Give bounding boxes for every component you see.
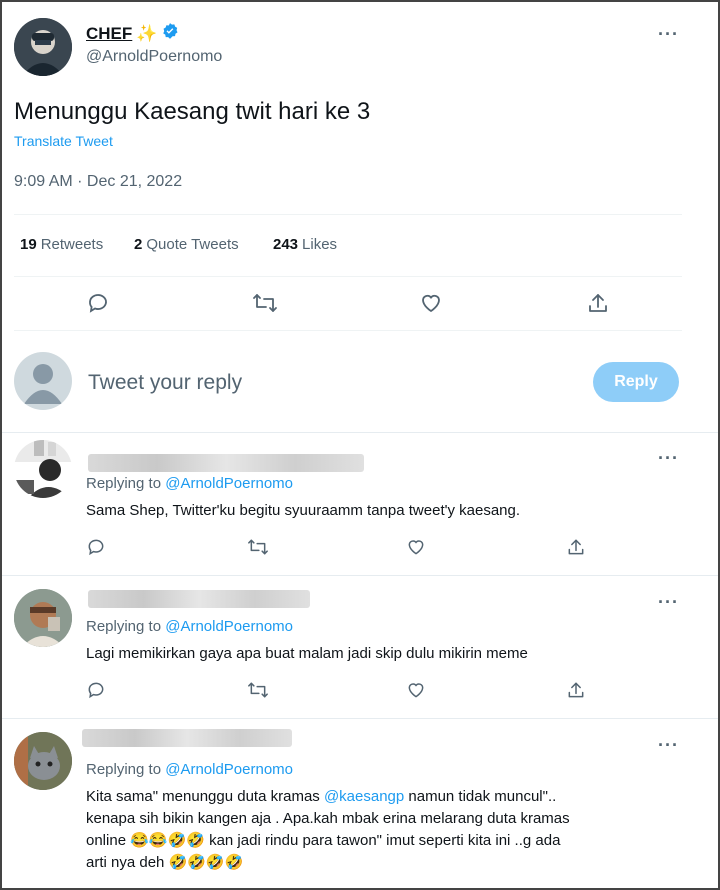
divider: [14, 330, 682, 331]
reply-icon[interactable]: [86, 537, 106, 557]
sparkle-emoji: ✨: [136, 23, 158, 43]
share-icon[interactable]: [566, 537, 586, 557]
reply-button[interactable]: Reply: [593, 362, 679, 402]
retweet-icon[interactable]: [247, 680, 269, 700]
divider: [2, 575, 718, 576]
divider: [2, 432, 718, 433]
reply-icon[interactable]: [86, 680, 106, 700]
reply-line: arti nya deh 🤣🤣🤣🤣: [86, 854, 244, 871]
replying-to: Replying to @ArnoldPoernomo: [86, 761, 294, 778]
reply-line: online 😂😂🤣🤣 kan jadi rindu para tawon" i…: [86, 832, 561, 849]
like-icon[interactable]: [406, 680, 426, 700]
reply-text: Sama Shep, Twitter'ku begitu syuuraamm t…: [86, 502, 521, 519]
redacted-author: [88, 454, 364, 472]
more-options-icon[interactable]: ···: [658, 448, 679, 469]
replying-to: Replying to @ArnoldPoernomo: [86, 618, 294, 635]
translate-tweet-link[interactable]: Translate Tweet: [14, 133, 113, 149]
tweet-thread-window: CHEF ✨ @ArnoldPoernomo ··· Menunggu Kaes…: [0, 0, 720, 890]
retweets-stat[interactable]: 19 Retweets: [20, 236, 103, 253]
author-handle[interactable]: @ArnoldPoernomo: [86, 48, 222, 66]
more-options-icon[interactable]: ···: [658, 592, 679, 613]
redacted-author: [82, 729, 292, 747]
mention-link[interactable]: @kaesangp: [324, 788, 404, 805]
divider: [14, 214, 682, 215]
reply-avatar[interactable]: [14, 589, 72, 647]
reply-avatar[interactable]: [14, 732, 72, 790]
like-icon[interactable]: [406, 537, 426, 557]
likes-stat[interactable]: 243 Likes: [273, 236, 337, 253]
share-icon[interactable]: [586, 291, 610, 315]
author-avatar[interactable]: [14, 18, 72, 76]
reply-line: Kita sama" menunggu duta kramas @kaesang…: [86, 788, 557, 805]
divider: [14, 276, 682, 277]
reply-avatar[interactable]: [14, 440, 72, 498]
reply-icon[interactable]: [86, 291, 110, 315]
reply-input[interactable]: Tweet your reply: [88, 371, 242, 395]
mention-link[interactable]: @ArnoldPoernomo: [165, 618, 293, 635]
more-options-icon[interactable]: ···: [658, 735, 679, 756]
tweet-timestamp[interactable]: 9:09 AM · Dec 21, 2022: [14, 173, 182, 191]
like-icon[interactable]: [419, 291, 443, 315]
mention-link[interactable]: @ArnoldPoernomo: [165, 475, 293, 492]
mention-link[interactable]: @ArnoldPoernomo: [165, 761, 293, 778]
author-name[interactable]: CHEF: [86, 24, 132, 44]
share-icon[interactable]: [566, 680, 586, 700]
more-options-icon[interactable]: ···: [658, 24, 679, 45]
user-avatar: [14, 352, 72, 410]
reply-text: Kita sama" menunggu duta kramas @kaesang…: [86, 786, 686, 874]
verified-badge-icon: [161, 22, 179, 45]
reply-text: Lagi memikirkan gaya apa buat malam jadi…: [86, 645, 528, 662]
replying-to: Replying to @ArnoldPoernomo: [86, 475, 294, 492]
retweet-icon[interactable]: [247, 537, 269, 557]
redacted-author: [88, 590, 310, 608]
tweet-text: Menunggu Kaesang twit hari ke 3: [14, 98, 371, 125]
quote-tweets-stat[interactable]: 2 Quote Tweets: [134, 236, 239, 253]
reply-line: kenapa sih bikin kangen aja . Apa.kah mb…: [86, 810, 570, 827]
retweet-icon[interactable]: [252, 291, 278, 315]
divider: [2, 718, 718, 719]
